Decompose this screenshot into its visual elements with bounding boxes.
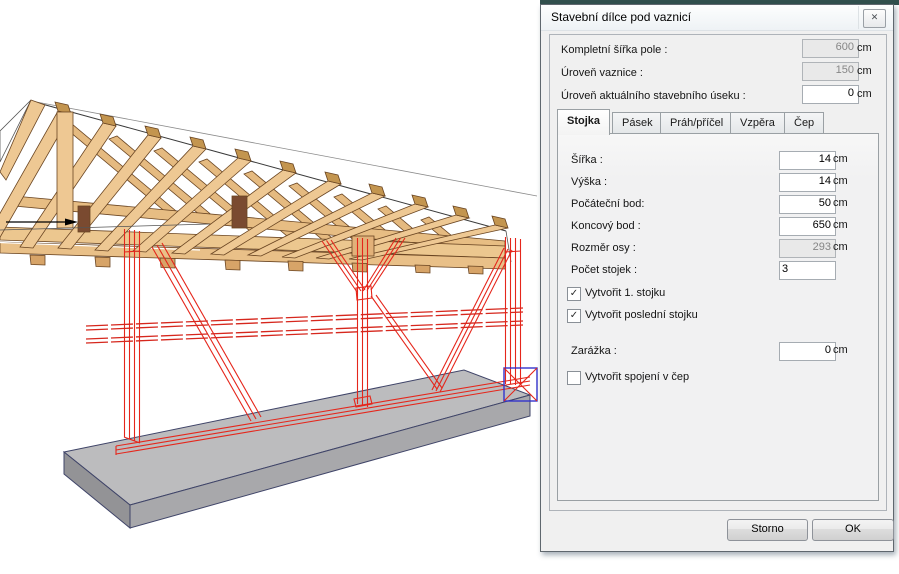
unit-kompletni-sirka: cm bbox=[857, 42, 872, 54]
screen: Stavební dílce pod vaznicí ✕ Kompletní š… bbox=[0, 0, 899, 574]
tab-stojka[interactable]: Stojka bbox=[557, 109, 610, 135]
cancel-button[interactable]: Storno bbox=[727, 519, 808, 541]
unit-vyska: cm bbox=[833, 175, 848, 187]
ok-button[interactable]: OK bbox=[812, 519, 894, 541]
field-label-vyska: Výška : bbox=[571, 176, 607, 188]
input-zarazka[interactable]: 0 bbox=[779, 342, 836, 361]
field-label-pocatecni-bod: Počáteční bod: bbox=[571, 198, 644, 210]
input-sirka[interactable]: 14 bbox=[779, 151, 836, 170]
dialog-titlebar[interactable]: Stavební dílce pod vaznicí ✕ bbox=[541, 5, 893, 31]
unit-uroven-vaznice: cm bbox=[857, 65, 872, 77]
field-label-uroven-useku: Úroveň aktuálního stavebního úseku : bbox=[561, 90, 746, 102]
tab-prah-pricel[interactable]: Práh/příčel bbox=[660, 112, 733, 133]
unit-rozmer-osy: cm bbox=[833, 241, 848, 253]
field-label-uroven-vaznice: Úroveň vaznice : bbox=[561, 67, 643, 79]
input-kompletni-sirka[interactable]: 600 bbox=[802, 39, 859, 58]
close-icon[interactable]: ✕ bbox=[863, 9, 886, 28]
tab-cep[interactable]: Čep bbox=[784, 112, 824, 133]
input-uroven-useku[interactable]: 0 bbox=[802, 85, 859, 104]
field-label-kompletni-sirka: Kompletní šířka pole : bbox=[561, 44, 667, 56]
roof-structure bbox=[0, 100, 537, 274]
3d-viewport[interactable] bbox=[0, 0, 540, 574]
tab-pasek[interactable]: Pásek bbox=[612, 112, 663, 133]
checkbox-vytvorit-posledni-stojku[interactable]: ✓ bbox=[567, 309, 581, 323]
field-label-sirka: Šířka : bbox=[571, 154, 603, 166]
tab-vzpera[interactable]: Vzpěra bbox=[730, 112, 785, 133]
checkbox-label-vytvorit-posledni-stojku: Vytvořit poslední stojku bbox=[585, 309, 698, 321]
checkbox-label-vytvorit-spojeni-v-cep: Vytvořit spojení v čep bbox=[585, 371, 689, 383]
input-pocatecni-bod[interactable]: 50 bbox=[779, 195, 836, 214]
unit-zarazka: cm bbox=[833, 344, 848, 356]
concrete-slab bbox=[64, 370, 530, 528]
unit-pocatecni-bod: cm bbox=[833, 197, 848, 209]
input-pocet-stojek[interactable]: 3 bbox=[779, 261, 836, 280]
field-label-zarazka: Zarážka : bbox=[571, 345, 617, 357]
unit-sirka: cm bbox=[833, 153, 848, 165]
field-label-rozmer-osy: Rozměr osy : bbox=[571, 242, 636, 254]
dialog-stavebni-dilce: Stavební dílce pod vaznicí ✕ Kompletní š… bbox=[540, 4, 894, 552]
input-uroven-vaznice[interactable]: 150 bbox=[802, 62, 859, 81]
unit-uroven-useku: cm bbox=[857, 88, 872, 100]
checkbox-vytvorit-1-stojku[interactable]: ✓ bbox=[567, 287, 581, 301]
field-label-koncovy-bod: Koncový bod : bbox=[571, 220, 641, 232]
field-label-pocet-stojek: Počet stojek : bbox=[571, 264, 637, 276]
checkbox-vytvorit-spojeni-v-cep[interactable] bbox=[567, 371, 581, 385]
checkbox-label-vytvorit-1-stojku: Vytvořit 1. stojku bbox=[585, 287, 665, 299]
input-vyska[interactable]: 14 bbox=[779, 173, 836, 192]
dialog-title: Stavební dílce pod vaznicí bbox=[551, 10, 691, 24]
titlebar-glass-line bbox=[858, 6, 859, 29]
input-rozmer-osy[interactable]: 293 bbox=[779, 239, 836, 258]
unit-koncovy-bod: cm bbox=[833, 219, 848, 231]
input-koncovy-bod[interactable]: 650 bbox=[779, 217, 836, 236]
